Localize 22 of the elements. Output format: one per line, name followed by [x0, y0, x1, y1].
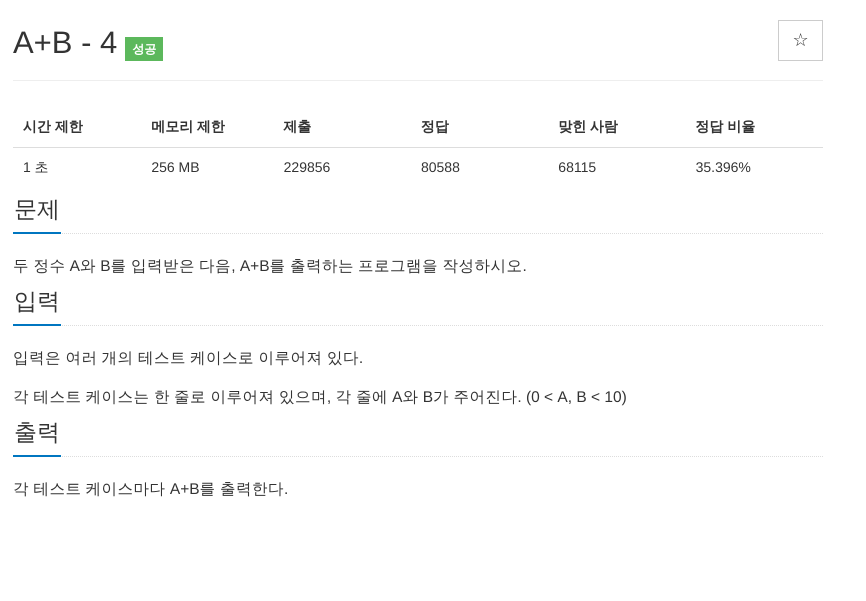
column-header: 맞힌 사람: [548, 106, 686, 148]
table-cell: 35.396%: [686, 148, 823, 188]
section-heading: 출력: [13, 416, 61, 456]
table-cell: 256 MB: [141, 148, 274, 188]
table-cell: 229856: [274, 148, 411, 188]
section-paragraph: 입력은 여러 개의 테스트 케이스로 이루어져 있다.: [13, 348, 364, 368]
status-badge: 성공: [125, 37, 164, 61]
column-header: 메모리 제한: [141, 106, 274, 148]
star-button[interactable]: ☆: [778, 20, 823, 61]
section-paragraph: 각 테스트 케이스마다 A+B를 출력한다.: [13, 480, 290, 500]
table-cell: 1 초: [13, 148, 142, 188]
section-paragraph: 각 테스트 케이스는 한 줄로 이루어져 있으며, 각 줄에 A와 B가 주어진다. (0 < A, B < 10): [13, 388, 628, 408]
column-header: 제출: [274, 106, 411, 148]
column-header: 정답: [410, 106, 548, 148]
section-paragraph: 두 정수 A와 B를 입력받은 다음, A+B를 출력하는 프로그램을 작성하시오.: [13, 256, 528, 276]
column-header: 시간 제한: [13, 106, 142, 148]
section-heading: 입력: [13, 286, 61, 326]
section-heading: 문제: [13, 194, 61, 234]
problem-title: A+B - 4: [13, 24, 118, 62]
column-header: 정답 비율: [686, 106, 823, 148]
table-cell: 68115: [548, 148, 686, 188]
table-cell: 80588: [410, 148, 548, 188]
